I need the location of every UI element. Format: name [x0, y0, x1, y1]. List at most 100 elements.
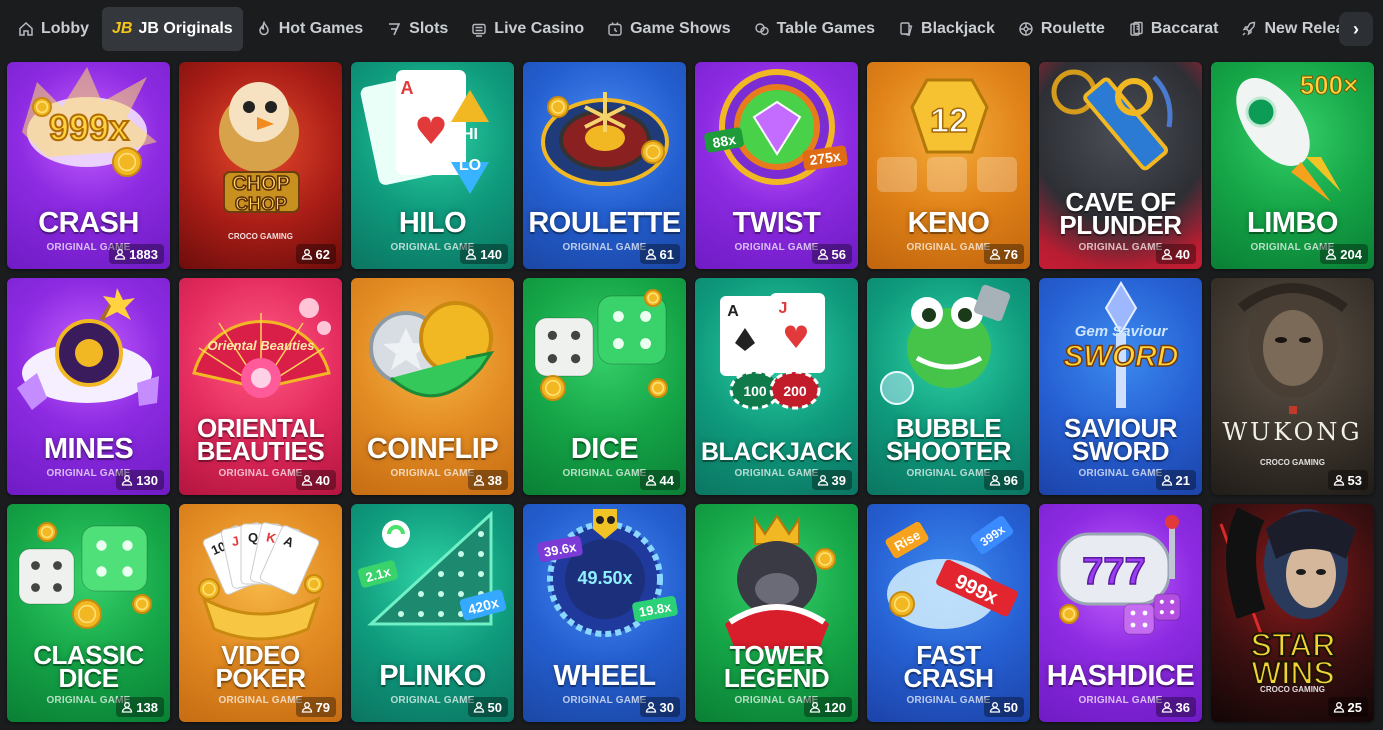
svg-text:Gem Saviour: Gem Saviour [1075, 323, 1169, 340]
game-tile-video-poker[interactable]: 10 J Q K A VIDEO POKER ORIGINAL GAME 79 [179, 504, 342, 722]
nav-item-baccarat[interactable]: Baccarat [1118, 7, 1229, 51]
svg-text:12: 12 [930, 102, 968, 140]
game-tile-crash[interactable]: 999x CRASH ORIGINAL GAME 1883 [7, 62, 170, 269]
nav-item-label: Blackjack [921, 20, 995, 37]
nav-item-jb-originals[interactable]: JB JB Originals [102, 7, 243, 51]
svg-text:500×: 500× [1300, 70, 1359, 100]
user-icon [817, 248, 832, 260]
nav-next-button[interactable]: › [1339, 12, 1373, 46]
player-count: 130 [136, 472, 158, 488]
game-tile-roulette[interactable]: ROULETTE ORIGINAL GAME 61 [523, 62, 686, 269]
provider-logo: CROCO GAMING [1260, 458, 1325, 467]
player-count: 38 [487, 472, 502, 488]
user-icon [473, 701, 488, 713]
player-count: 61 [659, 246, 674, 262]
game-tile-classic-dice[interactable]: CLASSIC DICE ORIGINAL GAME 138 [7, 504, 170, 722]
svg-text:CHOP: CHOP [232, 173, 290, 195]
game-tile-oriental-beauties[interactable]: Oriental Beauties ORIENTAL BEAUTIES ORIGIN… [179, 278, 342, 495]
game-tile-tower-legend[interactable]: TOWER LEGEND ORIGINAL GAME 120 [695, 504, 858, 722]
game-tile-fast-crash[interactable]: Rise 999x 399x FAST CRASH ORIGINAL GAME 50 [867, 504, 1030, 722]
user-icon [1161, 701, 1176, 713]
player-count-badge: 138 [116, 697, 164, 717]
user-icon [817, 474, 832, 486]
game-tile-saviour-sword[interactable]: Gem Saviour SWORD SAVIOUR SWORD ORIGINAL GA… [1039, 278, 1202, 495]
jb-logo: JB [112, 20, 133, 37]
user-icon [1333, 474, 1348, 486]
nav-item-slots[interactable]: Slots [376, 7, 458, 51]
game-tile-hashdice[interactable]: 777 HASHDICE ORIGINAL GAME 36 [1039, 504, 1202, 722]
game-tile-mines[interactable]: MINES ORIGINAL GAME 130 [7, 278, 170, 495]
nav-item-live-casino[interactable]: Live Casino [461, 7, 594, 51]
home-icon [18, 21, 34, 37]
player-count-badge: 120 [804, 697, 852, 717]
game-title: DICE [570, 433, 639, 466]
player-count: 62 [315, 246, 330, 262]
game-tile-chop-chop[interactable]: CHOP CHOP CROCO GAMING 62 [179, 62, 342, 269]
game-tile-cave-of-plunder[interactable]: CAVE OF PLUNDER ORIGINAL GAME 40 [1039, 62, 1202, 269]
svg-text:CHOP: CHOP [235, 194, 287, 214]
nav-item-hot-games[interactable]: Hot Games [246, 7, 373, 51]
game-tile-coinflip[interactable]: COINFLIP ORIGINAL GAME 38 [351, 278, 514, 495]
svg-text:777: 777 [1082, 551, 1145, 593]
svg-text:999x: 999x [49, 107, 129, 148]
user-icon [645, 701, 660, 713]
game-title: KENO [907, 207, 990, 240]
player-count-badge: 40 [1155, 244, 1196, 264]
player-count: 44 [659, 472, 674, 488]
nav-item-roulette[interactable]: Roulette [1008, 7, 1115, 51]
player-count-badge: 140 [460, 244, 508, 264]
player-count-badge: 50 [983, 697, 1024, 717]
roulette-icon [1018, 21, 1034, 37]
player-count-badge: 204 [1320, 244, 1368, 264]
game-tile-wukong[interactable]: WUKONG CROCO GAMING 53 [1211, 278, 1374, 495]
player-count-badge: 25 [1327, 697, 1368, 717]
game-tile-blackjack[interactable]: A J 100 200 BLACKJACK ORIGINAL GAME 39 [695, 278, 858, 495]
nav-item-lobby[interactable]: Lobby [8, 7, 99, 51]
provider-logo: CROCO GAMING [1260, 685, 1325, 694]
player-count-badge: 39 [811, 470, 852, 490]
tv-icon [471, 21, 487, 37]
user-icon [301, 248, 316, 260]
player-count-badge: 38 [467, 470, 508, 490]
game-title: LIMBO [1247, 207, 1338, 240]
game-tile-star-wins[interactable]: STAR WINS CROCO GAMING 25 [1211, 504, 1374, 722]
player-count: 204 [1340, 246, 1362, 262]
player-count: 1883 [129, 246, 158, 262]
chevron-right-icon: › [1353, 18, 1359, 39]
nav-item-blackjack[interactable]: Blackjack [888, 7, 1005, 51]
game-tile-bubble-shooter[interactable]: BUBBLE SHOOTER ORIGINAL GAME 96 [867, 278, 1030, 495]
user-icon [465, 248, 480, 260]
player-count: 39 [831, 472, 846, 488]
game-tile-twist[interactable]: 88x 275x TWIST ORIGINAL GAME 56 [695, 62, 858, 269]
user-icon [645, 474, 660, 486]
nav-item-label: Roulette [1040, 20, 1105, 37]
user-icon [645, 248, 660, 260]
slot-seven-icon [386, 21, 402, 37]
nav-item-game-shows[interactable]: Game Shows [597, 7, 740, 51]
game-title: TOWER LEGEND [723, 640, 830, 694]
user-icon [1161, 474, 1176, 486]
game-title: CAVE OF PLUNDER [1059, 187, 1182, 241]
player-count-badge: 44 [639, 470, 680, 490]
player-count-badge: 56 [811, 244, 852, 264]
player-count-badge: 130 [116, 470, 164, 490]
game-tile-keno[interactable]: 12 KENO ORIGINAL GAME 76 [867, 62, 1030, 269]
player-count-badge: 1883 [109, 244, 164, 264]
game-tile-limbo[interactable]: 500× LIMBO ORIGINAL GAME 204 [1211, 62, 1374, 269]
nav-item-label: Hot Games [278, 20, 364, 37]
nav-item-table-games[interactable]: Table Games [744, 7, 885, 51]
player-count: 50 [487, 699, 502, 715]
game-title: CLASSIC DICE [33, 640, 144, 694]
game-title: BLACKJACK [700, 438, 853, 466]
game-tile-hilo[interactable]: A HI LO HILO ORIGINAL GAME 140 [351, 62, 514, 269]
game-grid: 999x CRASH ORIGINAL GAME 1883 CHOP CHOP CROCO … [7, 62, 1379, 722]
game-tile-dice[interactable]: DICE ORIGINAL GAME 44 [523, 278, 686, 495]
nav-item-label: JB Originals [138, 20, 233, 37]
svg-text:A: A [401, 78, 414, 98]
user-icon [114, 248, 129, 260]
player-count-badge: 62 [295, 244, 336, 264]
game-tile-wheel[interactable]: 39.6x 19.8x 49.50x WHEEL ORIGINAL GAME 30 [523, 504, 686, 722]
svg-text:Oriental Beauties: Oriental Beauties [208, 338, 315, 353]
player-count: 36 [1175, 699, 1190, 715]
game-tile-plinko[interactable]: 2.1x 420x PLINKO ORIGINAL GAME 50 [351, 504, 514, 722]
